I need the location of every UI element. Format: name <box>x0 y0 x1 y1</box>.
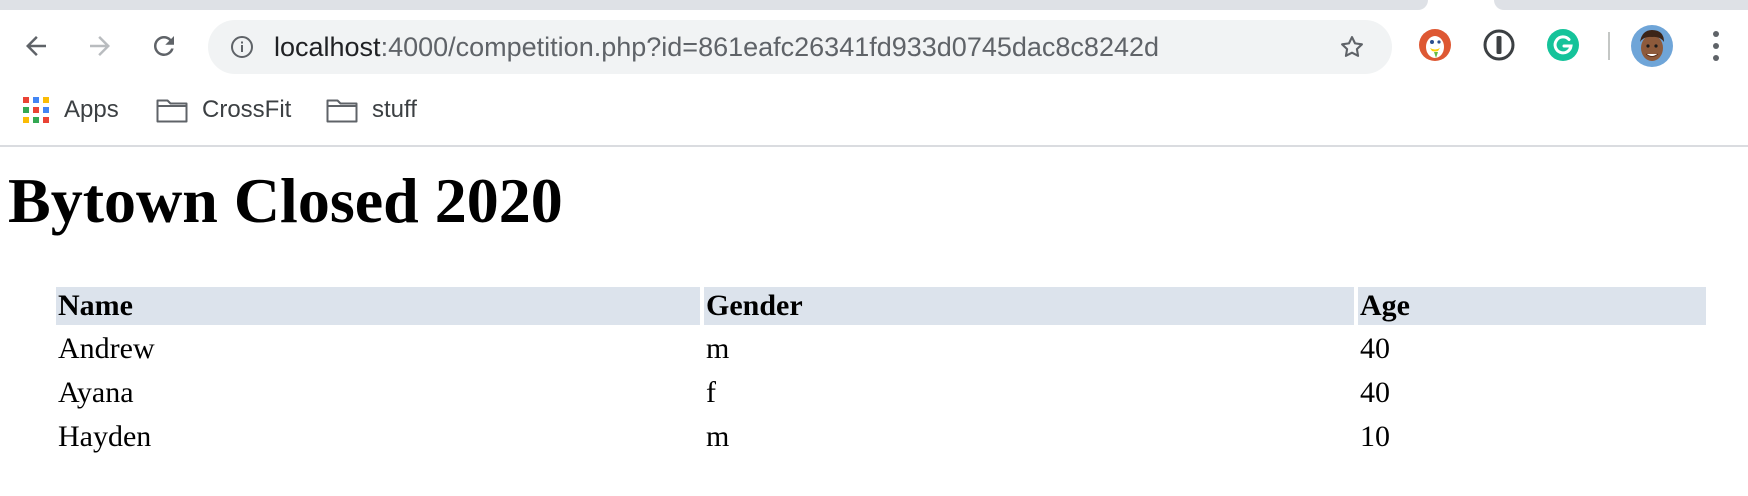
address-bar[interactable]: localhost:4000/competition.php?id=861eaf… <box>208 20 1392 74</box>
tab-background <box>0 0 1428 10</box>
url-text[interactable]: localhost:4000/competition.php?id=861eaf… <box>274 32 1159 62</box>
tab-strip <box>0 0 1748 10</box>
table-row: Hayden m 10 <box>56 417 1706 457</box>
cell-name: Hayden <box>58 420 152 453</box>
duckduckgo-icon[interactable] <box>1418 28 1452 62</box>
cell-gender: m <box>706 420 730 453</box>
cell-age: 40 <box>1360 332 1390 365</box>
back-arrow-icon <box>26 36 46 56</box>
menu-kebab-icon[interactable] <box>1704 26 1728 66</box>
forward-arrow-icon <box>90 36 110 56</box>
site-info-icon[interactable] <box>230 35 254 59</box>
forward-button[interactable] <box>78 24 122 68</box>
reload-button[interactable] <box>142 24 186 68</box>
page-title: Bytown Closed 2020 <box>8 165 563 236</box>
bookmarks-bar: Apps CrossFit stuff <box>0 88 1748 132</box>
cell-age: 10 <box>1360 420 1390 453</box>
apps-grid-icon <box>23 97 49 123</box>
back-button[interactable] <box>14 24 58 68</box>
folder-icon <box>326 99 358 123</box>
competitors-table: Name Gender Age Andrew m 40 Ayana f 40 H… <box>52 283 1710 461</box>
url-path: :4000/competition.php?id=861eafc26341fd9… <box>380 32 1160 62</box>
cell-gender: m <box>706 332 730 365</box>
table-row: Ayana f 40 <box>56 373 1706 413</box>
table-header-row: Name Gender Age <box>56 287 1706 325</box>
1password-icon[interactable] <box>1482 28 1516 62</box>
bookmark-stuff[interactable]: stuff <box>326 88 417 132</box>
bookmark-crossfit[interactable]: CrossFit <box>156 88 291 132</box>
bookmark-label: stuff <box>372 96 417 123</box>
tab-background-right <box>1494 0 1748 10</box>
bookmark-label: Apps <box>64 96 119 123</box>
browser-chrome: localhost:4000/competition.php?id=861eaf… <box>0 0 1748 147</box>
column-header-name: Name <box>56 287 700 325</box>
bookmark-star-icon[interactable] <box>1338 33 1366 61</box>
folder-icon <box>156 99 188 123</box>
cell-name: Andrew <box>58 332 155 365</box>
bookmark-label: CrossFit <box>202 96 292 123</box>
cell-gender: f <box>706 376 716 409</box>
table-row: Andrew m 40 <box>56 329 1706 369</box>
cell-name: Ayana <box>58 376 134 409</box>
grammarly-icon[interactable] <box>1546 28 1580 62</box>
column-header-age: Age <box>1358 287 1706 325</box>
column-header-gender: Gender <box>704 287 1354 325</box>
cell-age: 40 <box>1360 376 1390 409</box>
toolbar-divider <box>1608 32 1610 60</box>
page-content: Bytown Closed 2020 Name Gender Age Andre… <box>0 149 1748 496</box>
bookmark-apps[interactable]: Apps <box>22 88 119 132</box>
url-host: localhost <box>274 32 381 62</box>
profile-avatar-icon[interactable] <box>1630 24 1674 68</box>
reload-icon <box>153 35 174 56</box>
